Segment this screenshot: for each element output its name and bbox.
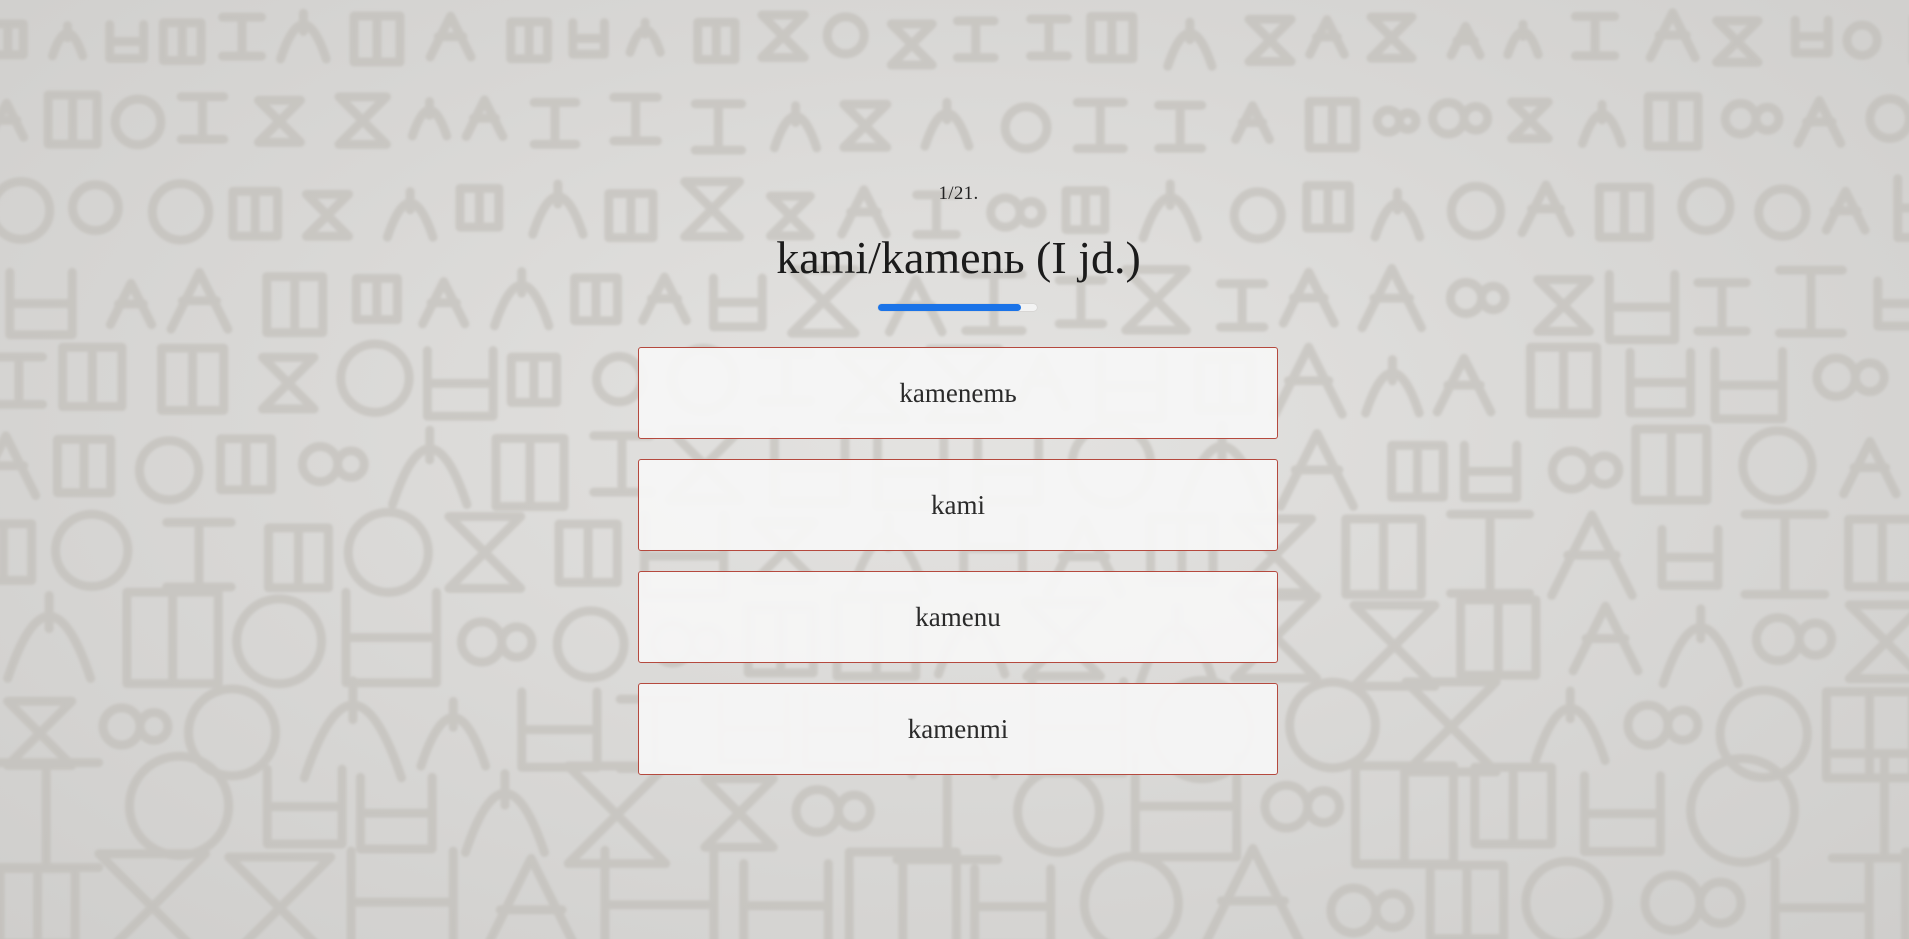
answer-option-2[interactable]: kami <box>638 459 1278 551</box>
answer-option-4[interactable]: kamenmi <box>638 683 1278 775</box>
timer-progress-bar <box>878 304 1037 311</box>
timer-progress-fill <box>878 304 1022 311</box>
answer-list: kamenemь kami kamenu kamenmi <box>638 347 1278 795</box>
question-word: kami/kamenь (I jd.) <box>776 232 1141 283</box>
answer-option-3[interactable]: kamenu <box>638 571 1278 663</box>
answer-option-1[interactable]: kamenemь <box>638 347 1278 439</box>
quiz-container: 1/21. kami/kamenь (I jd.) kamenemь kami … <box>0 0 1909 939</box>
question-counter: 1/21. <box>938 183 979 204</box>
